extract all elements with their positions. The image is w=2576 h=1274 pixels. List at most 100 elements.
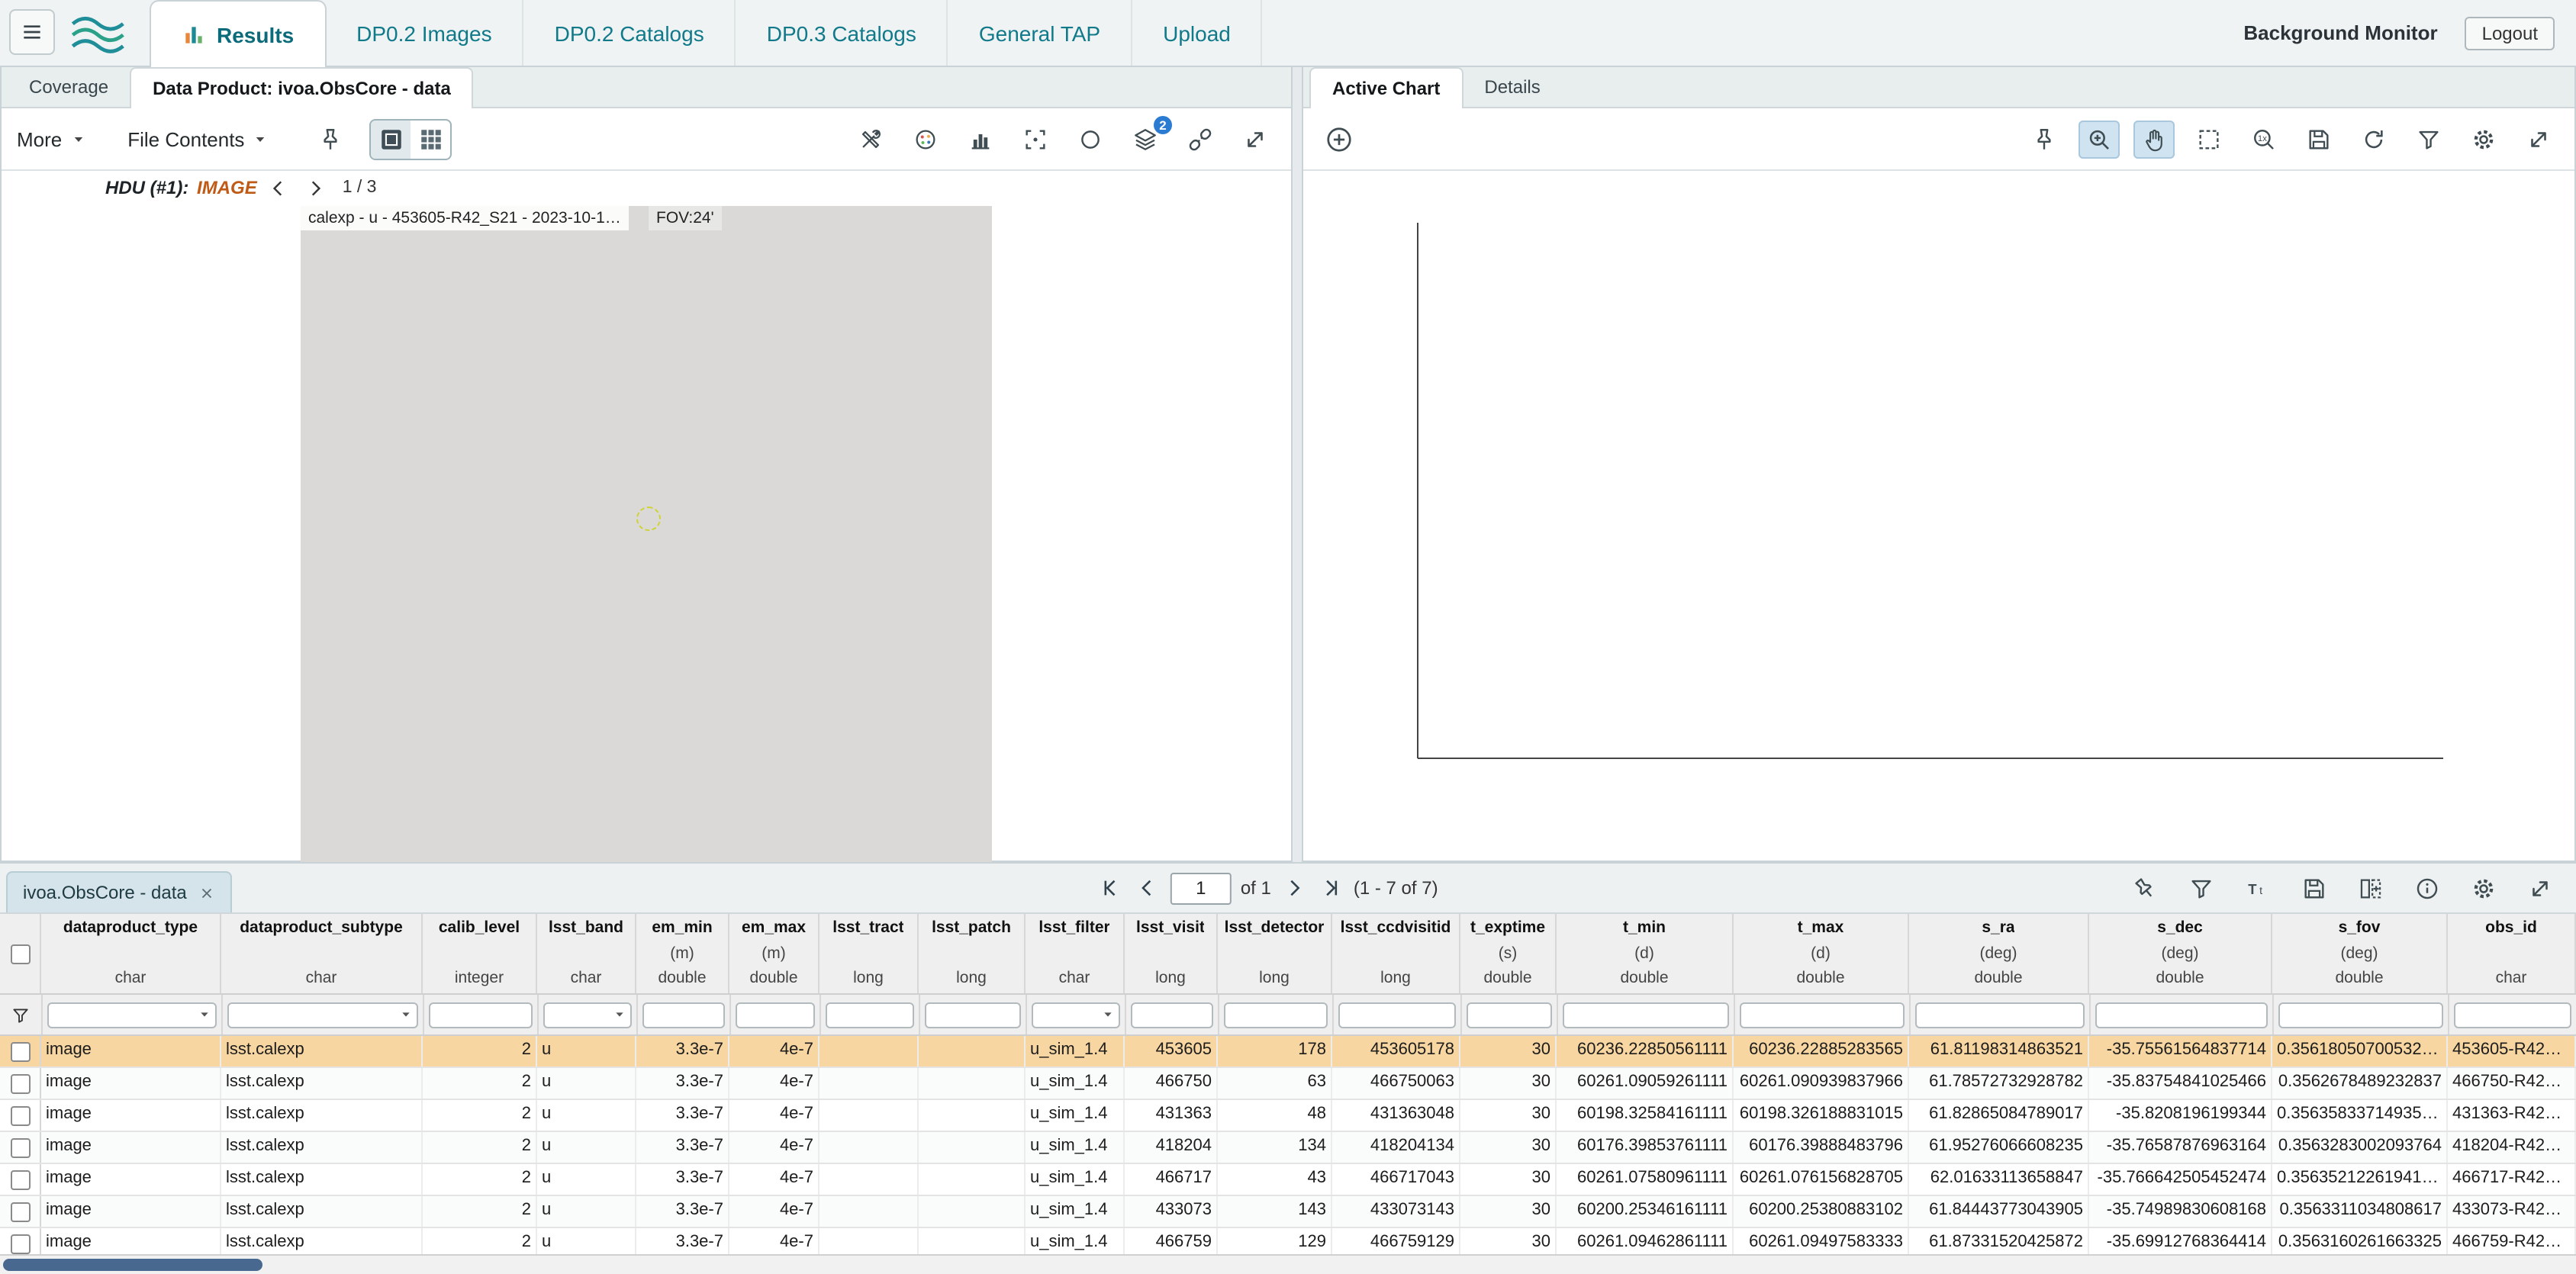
text-button[interactable]	[2237, 869, 2278, 907]
gear-button[interactable]	[2463, 869, 2504, 907]
select-all-checkbox[interactable]	[10, 944, 30, 964]
pin-button[interactable]	[2024, 120, 2065, 158]
select-button[interactable]	[2188, 120, 2230, 158]
filter-em_max-input[interactable]	[736, 1002, 815, 1028]
column-header-dataproduct_subtype[interactable]: dataproduct_subtype char	[221, 914, 423, 993]
filter-lsst_visit-input[interactable]	[1131, 1002, 1213, 1028]
filter-lsst_patch-input[interactable]	[925, 1002, 1021, 1028]
column-header-s_dec[interactable]: s_dec(deg)double	[2089, 914, 2272, 993]
filter-lsst_ccdvisitid-input[interactable]	[1338, 1002, 1456, 1028]
filter-t_exptime-input[interactable]	[1467, 1002, 1552, 1028]
tab-data-product[interactable]: Data Product: ivoa.ObsCore - data	[130, 67, 474, 108]
expand-button[interactable]	[2518, 120, 2559, 158]
filter-calib_level-input[interactable]	[429, 1002, 533, 1028]
table-row[interactable]: imagelsst.calexp2u3.3e-74e-7u_sim_1.4466…	[0, 1228, 2576, 1254]
next-hdu-button[interactable]	[306, 175, 330, 200]
filter-button[interactable]	[2408, 120, 2449, 158]
tab-upload[interactable]: Upload	[1132, 0, 1263, 66]
table-row[interactable]: imagelsst.calexp2u3.3e-74e-7u_sim_1.4466…	[0, 1068, 2576, 1100]
zoom-in-button[interactable]	[2079, 120, 2120, 158]
recenter-button[interactable]	[1015, 120, 1056, 158]
zoom-1x-button[interactable]	[2243, 120, 2285, 158]
row-checkbox[interactable]	[10, 1073, 30, 1093]
tab-dp0-3-catalogs[interactable]: DP0.3 Catalogs	[736, 0, 948, 66]
histogram-button[interactable]	[960, 120, 1001, 158]
column-header-s_ra[interactable]: s_ra(deg)double	[1909, 914, 2089, 993]
column-header-t_exptime[interactable]: t_exptime(s)double	[1460, 914, 1557, 993]
tools-button[interactable]	[850, 120, 891, 158]
filter-s_fov-input[interactable]	[2278, 1002, 2443, 1028]
tab-results[interactable]: Results	[150, 0, 326, 67]
more-dropdown[interactable]: More	[17, 127, 85, 150]
table-row[interactable]: imagelsst.calexp2u3.3e-74e-7u_sim_1.4431…	[0, 1100, 2576, 1132]
tab-general-tap[interactable]: General TAP	[948, 0, 1132, 66]
pin-button[interactable]	[2124, 869, 2165, 907]
region-button[interactable]	[1070, 120, 1111, 158]
table-row[interactable]: imagelsst.calexp2u3.3e-74e-7u_sim_1.4453…	[0, 1036, 2576, 1068]
filter-lsst_tract-input[interactable]	[826, 1002, 914, 1028]
add-chart-button[interactable]	[1319, 120, 1360, 158]
column-header-lsst_detector[interactable]: lsst_detector long	[1218, 914, 1332, 993]
scatter-plot[interactable]	[1303, 171, 2574, 861]
close-icon[interactable]	[199, 884, 216, 901]
expand-button[interactable]	[1235, 120, 1276, 158]
row-checkbox[interactable]	[10, 1169, 30, 1189]
page-number-input[interactable]	[1170, 872, 1232, 904]
gear-button[interactable]	[2463, 120, 2504, 158]
column-header-lsst_visit[interactable]: lsst_visit long	[1125, 914, 1218, 993]
file-contents-dropdown[interactable]: File Contents	[127, 127, 267, 150]
row-checkbox[interactable]	[10, 1202, 30, 1221]
row-checkbox[interactable]	[10, 1137, 30, 1157]
scrollbar-thumb[interactable]	[3, 1259, 262, 1271]
tab-dp0-2-images[interactable]: DP0.2 Images	[326, 0, 523, 66]
filter-t_max-input[interactable]	[1740, 1002, 1905, 1028]
pin-button[interactable]	[310, 120, 351, 158]
table-row[interactable]: imagelsst.calexp2u3.3e-74e-7u_sim_1.4418…	[0, 1132, 2576, 1164]
filter-em_min-input[interactable]	[642, 1002, 725, 1028]
last-page-button[interactable]	[1317, 874, 1344, 902]
tab-details[interactable]: Details	[1463, 67, 1561, 107]
horizontal-scrollbar[interactable]	[0, 1254, 2576, 1274]
filter-s_ra-input[interactable]	[1915, 1002, 2085, 1028]
column-header-calib_level[interactable]: calib_level integer	[423, 914, 537, 993]
column-header-lsst_band[interactable]: lsst_band char	[537, 914, 636, 993]
hand-button[interactable]	[2133, 120, 2175, 158]
column-header-lsst_ccdvisitid[interactable]: lsst_ccdvisitid long	[1332, 914, 1460, 993]
expand-button[interactable]	[2520, 869, 2561, 907]
tab-active-chart[interactable]: Active Chart	[1309, 67, 1463, 108]
column-header-em_max[interactable]: em_max(m)double	[729, 914, 819, 993]
filter-obs_id-input[interactable]	[2454, 1002, 2571, 1028]
column-header-t_min[interactable]: t_min(d)double	[1557, 914, 1734, 993]
info-button[interactable]	[2407, 869, 2448, 907]
filter-lsst_filter-input[interactable]	[1032, 1002, 1120, 1028]
filter-lsst_detector-input[interactable]	[1224, 1002, 1328, 1028]
grid-view-button[interactable]	[411, 120, 450, 158]
next-page-button[interactable]	[1280, 874, 1308, 902]
filter-t_min-input[interactable]	[1563, 1002, 1729, 1028]
save-button[interactable]	[2294, 869, 2335, 907]
table-row[interactable]: imagelsst.calexp2u3.3e-74e-7u_sim_1.4466…	[0, 1164, 2576, 1196]
palette-button[interactable]	[905, 120, 946, 158]
logout-button[interactable]: Logout	[2465, 16, 2555, 50]
filter-button[interactable]	[2181, 869, 2222, 907]
single-view-button[interactable]	[371, 120, 411, 158]
filter-s_dec-input[interactable]	[2095, 1002, 2268, 1028]
column-header-t_max[interactable]: t_max(d)double	[1734, 914, 1909, 993]
sky-canvas[interactable]	[301, 206, 992, 862]
column-header-lsst_tract[interactable]: lsst_tract long	[819, 914, 919, 993]
prev-hdu-button[interactable]	[269, 175, 294, 200]
add-column-button[interactable]	[2350, 869, 2391, 907]
row-checkbox[interactable]	[10, 1105, 30, 1125]
table-tab[interactable]: ivoa.ObsCore - data	[6, 871, 233, 912]
column-header-obs_id[interactable]: obs_id char	[2448, 914, 2576, 993]
filter-lsst_band-input[interactable]	[543, 1002, 632, 1028]
column-header-lsst_filter[interactable]: lsst_filter char	[1026, 914, 1125, 993]
save-button[interactable]	[2298, 120, 2339, 158]
table-row[interactable]: imagelsst.calexp2u3.3e-74e-7u_sim_1.4433…	[0, 1196, 2576, 1228]
row-checkbox[interactable]	[10, 1041, 30, 1061]
unlink-button[interactable]	[1180, 120, 1221, 158]
column-header-lsst_patch[interactable]: lsst_patch long	[919, 914, 1026, 993]
prev-page-button[interactable]	[1134, 874, 1161, 902]
background-monitor-button[interactable]: Background Monitor	[2243, 21, 2437, 44]
tab-coverage[interactable]: Coverage	[8, 67, 130, 107]
